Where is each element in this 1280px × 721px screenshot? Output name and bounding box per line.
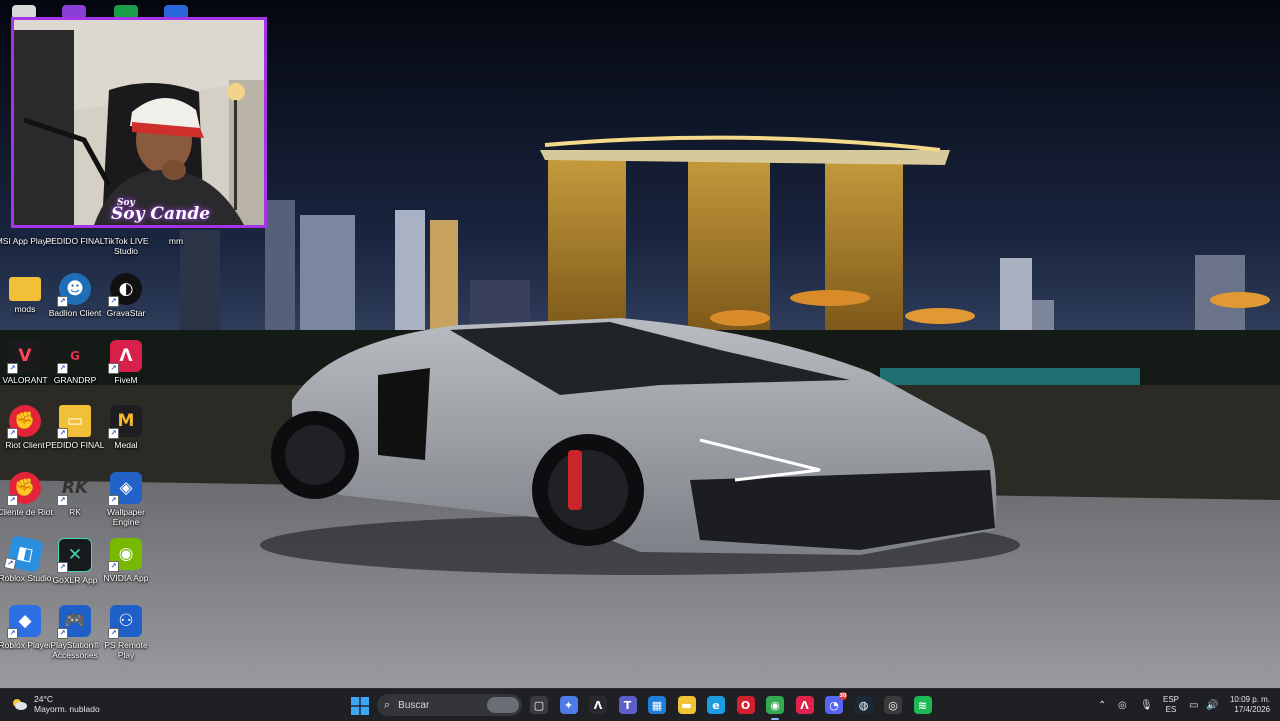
weather-desc: Mayorm. nublado	[34, 704, 100, 714]
badlion-icon: ☻ ↗	[57, 273, 91, 307]
nvidia-icon: ◉ ↗	[108, 538, 142, 572]
fivem-icon: Λ ↗	[108, 340, 142, 374]
desktop-icon-riot-client[interactable]: ✊ ↗ Riot Client	[0, 405, 50, 450]
desktop-icon-goxlr-app[interactable]: ✕ ↗ GoXLR App	[50, 538, 100, 585]
desktop-icon-pedido-final-2[interactable]: ▭ ↗ PEDIDO FINAL	[45, 405, 105, 450]
taskbar-app-a-icon[interactable]: Λ	[589, 696, 607, 714]
taskbar-search[interactable]: ⌕	[377, 694, 522, 716]
monitor-icon[interactable]: ▭	[1189, 700, 1198, 711]
taskbar-opera-icon[interactable]: O	[736, 696, 755, 714]
webcam-name-tag-text: Soy Cande	[111, 204, 211, 224]
weather-widget[interactable]: 24°C Mayorm. nublado	[10, 694, 100, 714]
search-icon: ⌕	[384, 698, 391, 711]
desktop-icon-nvidia-app[interactable]: ◉ ↗ NVIDIA App	[101, 538, 151, 583]
desktop-icon-label: Wallpaper Engine	[107, 507, 145, 527]
riot-fist-icon: ✊ ↗	[7, 405, 41, 439]
desktop-icon-badlion-client[interactable]: ☻ ↗ Badlion Client	[49, 273, 101, 318]
taskbar-edge-icon[interactable]: e	[707, 696, 725, 714]
desktop-icon-pedido-final-1[interactable]: PEDIDO FINAL	[45, 233, 104, 246]
taskbar-steam-icon[interactable]: ◍	[854, 696, 873, 714]
system-clock[interactable]: 10:09 p. m. 17/4/2026	[1224, 695, 1270, 715]
desktop-icon-cliente-de-riot[interactable]: ✊ ↗ Cliente de Riot	[0, 472, 53, 517]
desktop-icon-grandrp[interactable]: G ↗ GRANDRP	[50, 340, 100, 385]
medal-icon: M ↗	[108, 405, 142, 439]
desktop-icon-gravastar[interactable]: ◐ ↗ GravaStar	[101, 273, 151, 318]
desktop-icon-label: NVIDIA App	[103, 573, 149, 583]
clock-time: 10:09 p. m.	[1229, 695, 1270, 704]
desktop-icon-mods[interactable]: mods	[0, 273, 50, 314]
taskbar-obs-icon[interactable]: ◎	[884, 696, 902, 714]
network-status-icon[interactable]: ◎	[1118, 700, 1127, 711]
taskbar-fivem-icon[interactable]: Λ	[795, 696, 814, 714]
roblox-player-icon: ◆ ↗	[7, 605, 41, 639]
taskbar-store-icon[interactable]: ▦	[648, 696, 666, 714]
partly-cloudy-icon	[13, 699, 27, 710]
taskbar-spotify-icon[interactable]: ≋	[913, 696, 932, 714]
desktop-icon-label: PS Remote Play	[104, 640, 148, 660]
clock-date: 17/4/2026	[1234, 705, 1270, 714]
windows-start-icon[interactable]	[351, 697, 369, 715]
desktop-icon-label: FiveM	[114, 375, 138, 385]
microphone-icon[interactable]: 🎙	[1140, 700, 1153, 711]
webcam-name-tag: Soy Soy Cande	[111, 198, 210, 224]
wallpaper-engine-icon: ◈ ↗	[108, 472, 142, 506]
desktop-icon-rk[interactable]: RK ↗ RK	[50, 472, 100, 517]
desktop-icon-label: TikTok LIVE Studio	[103, 236, 149, 256]
search-input[interactable]	[396, 698, 481, 712]
roblox-studio-icon: ◧ ↗	[3, 535, 44, 573]
desktop-icon-fivem[interactable]: Λ ↗ FiveM	[101, 340, 151, 385]
desktop-icon-roblox-player[interactable]: ◆ ↗ Roblox Player	[0, 605, 51, 650]
desktop-icon-label: GravaStar	[106, 308, 146, 318]
rk-icon: RK ↗	[57, 472, 91, 506]
desktop-icon-wallpaper-engine[interactable]: ◈ ↗ Wallpaper Engine	[101, 472, 151, 527]
desktop-icon-tiktok-live-studio[interactable]: TikTok LIVE Studio	[101, 233, 151, 256]
valorant-icon: V ↗	[7, 340, 41, 374]
playstation-controller-icon: 🎮 ↗	[57, 605, 91, 639]
speaker-icon[interactable]: 🔊	[1206, 700, 1218, 711]
desktop-icon-roblox-studio[interactable]: ◧ ↗ Roblox Studio	[0, 535, 51, 583]
folder-icon	[9, 277, 41, 301]
folder-icon: ▭ ↗	[57, 405, 91, 439]
desktop-icon-medal[interactable]: M ↗ Medal	[101, 405, 151, 450]
taskbar-task-view-icon[interactable]: ▢	[530, 696, 548, 714]
search-highlight-icon[interactable]	[487, 697, 519, 713]
taskbar-file-explorer-icon[interactable]: ▬	[677, 696, 696, 714]
taskbar: 24°C Mayorm. nublado ⌕ ▢✦ΛT▦▬eO◉Λ◔30◍◎≋ …	[0, 688, 1280, 721]
desktop-icon-msi-app-player[interactable]: MSI App Player	[0, 233, 54, 246]
taskbar-copilot-icon[interactable]: ✦	[559, 696, 578, 714]
riot-fist-icon: ✊ ↗	[7, 472, 41, 506]
gravastar-icon: ◐ ↗	[108, 273, 142, 307]
desktop-icon-ps-remote-play[interactable]: ⚇ ↗ PS Remote Play	[101, 605, 151, 660]
input-language-code: ESP	[1162, 695, 1179, 704]
webcam-overlay: Soy Soy Cande	[11, 17, 267, 228]
weather-temp: 24°C	[34, 694, 53, 704]
taskbar-discord-icon[interactable]: ◔ 30	[825, 692, 847, 714]
goxlr-icon: ✕ ↗	[57, 538, 92, 573]
desktop-icon-label: mm	[168, 236, 184, 246]
notification-badge: 30	[839, 692, 847, 700]
ps-remote-play-icon: ⚇ ↗	[108, 605, 142, 639]
grandrp-icon: G ↗	[57, 340, 91, 374]
input-language[interactable]: ESP ES	[1160, 695, 1182, 715]
taskbar-teams-icon[interactable]: T	[618, 696, 637, 714]
desktop-icon-playstation-accessories[interactable]: 🎮 ↗ PlayStation® Accessories	[50, 605, 100, 660]
input-language-region: ES	[1165, 705, 1177, 714]
desktop-icon-mm[interactable]: mm	[151, 233, 201, 246]
taskbar-chrome-icon[interactable]: ◉	[766, 696, 784, 720]
chevron-up-icon[interactable]: ⌃	[1098, 700, 1106, 711]
desktop-icon-valorant[interactable]: V ↗ VALORANT	[0, 340, 50, 385]
desktop-icon-label: Medal	[114, 440, 138, 450]
